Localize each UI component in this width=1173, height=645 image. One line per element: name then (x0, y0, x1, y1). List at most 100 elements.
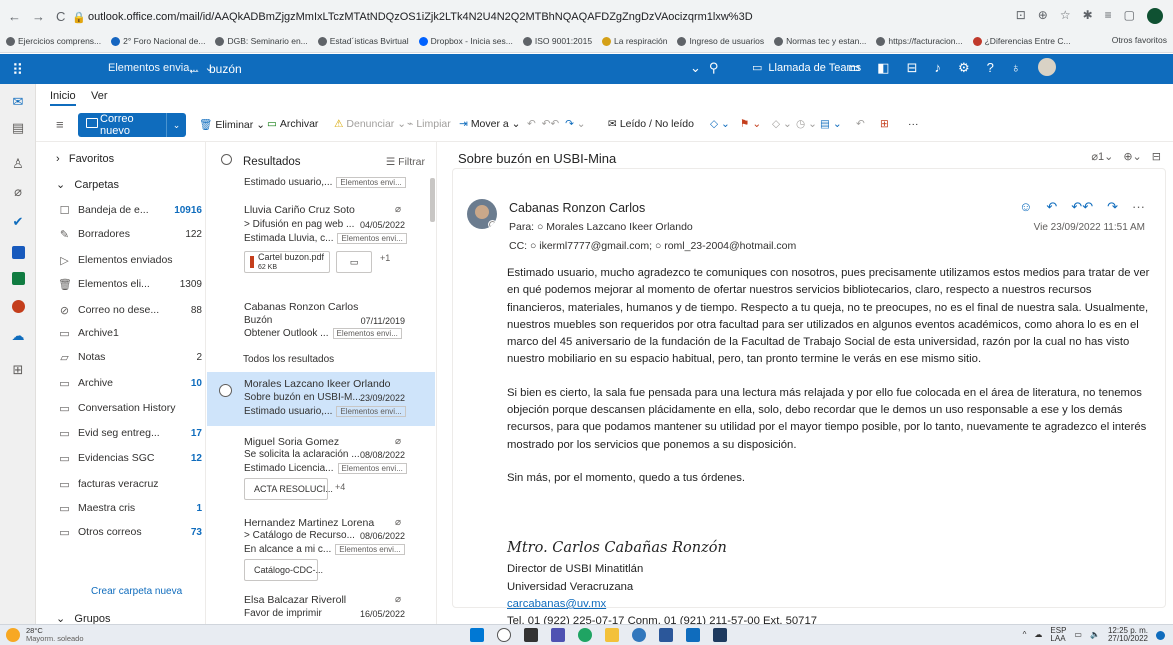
emoji-icon[interactable]: ☺ (1019, 199, 1032, 215)
image-attachment-chip[interactable]: ▭ (336, 251, 372, 273)
row-checkbox[interactable] (219, 384, 232, 397)
volume-icon[interactable]: 🔈 (1090, 631, 1100, 639)
search-icon[interactable] (497, 628, 511, 642)
other-bookmarks[interactable]: Otros favoritos (1112, 35, 1167, 45)
tag-button[interactable]: ◇ ⌄ (710, 118, 730, 130)
clock[interactable]: 12:25 p. m. 27/10/2022 (1108, 627, 1148, 643)
list-item[interactable]: Estimado usuario,... Elementos envi... (207, 174, 435, 194)
edge-icon[interactable] (632, 628, 646, 642)
flag-button[interactable]: ⚑ ⌄ (740, 118, 761, 130)
attachment-count-icon[interactable]: ⌀1⌄ (1091, 150, 1113, 163)
new-mail-button[interactable]: Correo nuevo ⌄ (78, 113, 186, 137)
archive-button[interactable]: ▭ Archivar (267, 118, 318, 130)
avatar[interactable] (1037, 58, 1056, 76)
sidebar-item[interactable]: ▭ Evidencias SGC 12 (58, 448, 202, 468)
sidebar-item[interactable]: ▭ Maestra cris 1 (58, 498, 202, 518)
extensions-icon[interactable]: ✱ (1083, 8, 1093, 24)
file-explorer-icon[interactable] (605, 628, 619, 642)
outlook-icon[interactable] (686, 628, 700, 642)
bookmark-item[interactable]: Ingreso de usuarios (677, 36, 764, 46)
search-icon[interactable]: ⚲ (709, 60, 719, 76)
forward-icon[interactable]: → (32, 9, 45, 24)
list-item[interactable]: Lluvia Cariño Cruz Soto ⌀ > Difusión en … (207, 200, 435, 304)
bookmark-item[interactable]: 2° Foro Nacional de... (111, 36, 205, 46)
apps-button[interactable]: ⊞ (880, 118, 889, 130)
delete-button[interactable]: 🗑 Eliminar ⌄ (199, 118, 265, 131)
immersive-reader-icon[interactable]: ⊟ (1152, 150, 1161, 163)
cloud-icon[interactable]: ☁ (1034, 631, 1042, 639)
chat-icon[interactable]: ▭ (848, 60, 860, 76)
reply-buttons[interactable]: ↶ ↶↶ ↷ ⌄ (527, 118, 586, 130)
todo-icon[interactable]: ✔ (9, 214, 27, 232)
zoom-icon[interactable]: ⊕ (1038, 8, 1048, 24)
language-indicator[interactable]: ESP LAA (1050, 627, 1066, 643)
pin-button[interactable]: ◇ ⌄ (772, 118, 792, 130)
tab-ver[interactable]: Ver (91, 90, 108, 102)
address-bar[interactable]: 🔒 outlook.office.com/mail/id/AAQkADBmZjg… (72, 6, 992, 28)
profile-icon[interactable] (1147, 8, 1163, 24)
list-item[interactable]: Cabanas Ronzon Carlos Buzón 07/11/2019 O… (207, 294, 435, 344)
feedback-icon[interactable]: ♁ (1011, 60, 1021, 76)
new-mail-dropdown[interactable]: ⌄ (166, 113, 186, 137)
bookmark-item[interactable]: DGB: Seminario en... (215, 36, 308, 46)
attachment-chip[interactable]: ACTA RESOLUCI... (244, 478, 333, 500)
reading-list-icon[interactable]: ≡ (1105, 8, 1112, 24)
sidebar-item[interactable]: ▭ Evid seg entreg... 17 (58, 423, 202, 443)
groups-header[interactable]: ⌄ Grupos (56, 612, 110, 624)
more-apps-icon[interactable]: ⊞ (9, 362, 27, 380)
attachment-chip[interactable]: Catálogo-CDC-... (244, 559, 323, 581)
bell-icon[interactable]: ♪ (935, 60, 942, 76)
chrome-icon[interactable] (578, 628, 592, 642)
list-item[interactable]: Elsa Balcazar Riveroll ⌀ Favor de imprim… (207, 590, 435, 624)
favorites-header[interactable]: › Favoritos (56, 153, 114, 165)
select-all-checkbox[interactable] (221, 154, 232, 165)
people-icon[interactable]: ♙ (9, 156, 27, 174)
calendar-icon[interactable]: ▤ (9, 120, 27, 138)
task-view-icon[interactable] (524, 628, 538, 642)
whiteboard-icon[interactable]: ⊟ (907, 60, 918, 76)
teams-call-button[interactable]: ▭ Llamada de Teams (752, 61, 861, 75)
excel-icon[interactable] (9, 272, 27, 290)
bookmark-item[interactable]: ¿Diferencias Entre C... (972, 36, 1071, 46)
signature-email-link[interactable]: carcabanas@uv.mx (507, 596, 817, 613)
teams-icon[interactable] (551, 628, 565, 642)
filter-button[interactable]: ☰ Filtrar (386, 156, 425, 168)
undo-button[interactable]: ↶ (856, 118, 865, 130)
word-icon[interactable] (659, 628, 673, 642)
bookmark-item[interactable]: Estad´isticas Bvirtual (317, 36, 409, 46)
folders-header[interactable]: ⌄ Carpetas (56, 178, 119, 191)
zoom-icon[interactable]: ⊕⌄ (1123, 150, 1141, 163)
sidebar-item[interactable]: ▭ Otros correos 73 (58, 522, 202, 542)
powerpoint-icon[interactable] (9, 300, 27, 318)
outlook-icon[interactable]: ◧ (877, 60, 889, 76)
sidebar-item[interactable]: ☐ Bandeja de e... 10916 (58, 200, 202, 220)
search-input[interactable] (209, 62, 509, 76)
search-options-icon[interactable]: ⌄ (690, 60, 701, 76)
rules-button[interactable]: ▤ ⌄ (820, 118, 842, 130)
gear-icon[interactable]: ⚙ (958, 60, 970, 76)
back-icon[interactable]: ← (8, 9, 21, 24)
bookmark-item[interactable]: La respiración (602, 36, 667, 46)
read-unread-button[interactable]: ✉ Leído / No leído (608, 118, 694, 130)
sidebar-item[interactable]: ▭ facturas veracruz (58, 474, 202, 494)
bookmark-item[interactable]: Dropbox - Inicia ses... (418, 36, 513, 46)
sidebar-item[interactable]: ⊘ Correo no dese... 88 (58, 300, 202, 320)
share-icon[interactable]: ⊡ (1016, 8, 1026, 24)
sweep-button[interactable]: ⌁ Limpiar (407, 118, 451, 130)
sidebar-item[interactable]: ▭ Archive 10 (58, 373, 202, 393)
reply-icon[interactable]: ↶ (1046, 199, 1057, 215)
more-options-button[interactable]: ··· (908, 118, 919, 130)
notification-icon[interactable] (1156, 630, 1165, 640)
sidebar-item[interactable]: 🗑 Elementos eli... 1309 (58, 274, 202, 294)
reply-all-icon[interactable]: ↶↶ (1071, 199, 1093, 215)
bookmark-item[interactable]: ISO 9001:2015 (522, 36, 592, 46)
move-to-button[interactable]: ⇥ Mover a ⌄ (459, 118, 520, 130)
list-item[interactable]: Hernandez Martinez Lorena ⌀ > Catálogo d… (207, 514, 435, 590)
weather-widget[interactable]: 28°C Mayorm. soleado (6, 627, 84, 643)
list-item[interactable]: Miguel Soria Gomez ⌀ Se solicita la acla… (207, 432, 435, 510)
network-icon[interactable]: ▭ (1074, 631, 1082, 639)
chevron-up-icon[interactable]: ^ (1023, 631, 1027, 639)
sender-name[interactable]: Cabanas Ronzon Carlos (509, 201, 645, 215)
bookmark-item[interactable]: Ejercicios comprens... (6, 36, 101, 46)
table-row-selected[interactable]: Morales Lazcano Ikeer Orlando Sobre buzó… (207, 372, 435, 426)
